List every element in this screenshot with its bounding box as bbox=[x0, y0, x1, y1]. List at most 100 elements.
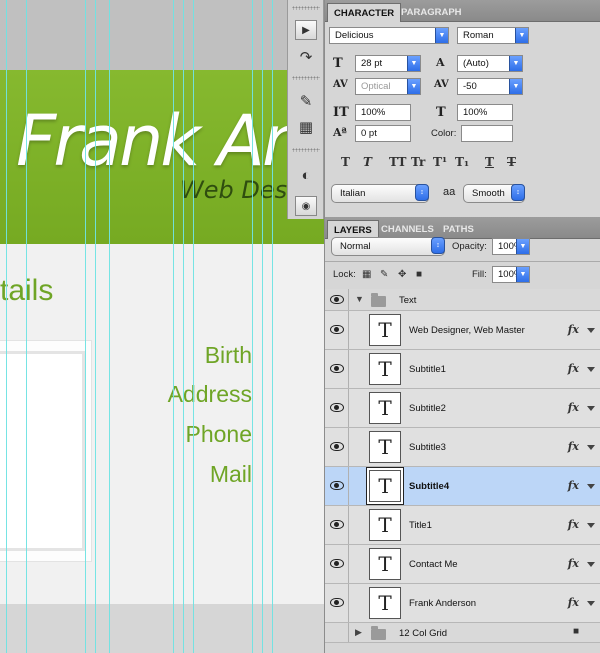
visibility-cell[interactable] bbox=[325, 545, 349, 583]
text-layer-thumbnail-icon[interactable]: T bbox=[369, 587, 401, 619]
vertical-scale-field[interactable]: 100% bbox=[355, 104, 411, 121]
fx-icon[interactable]: fx bbox=[568, 323, 579, 336]
expand-effects-icon[interactable] bbox=[587, 484, 595, 489]
chevron-down-icon[interactable]: ▼ bbox=[407, 79, 420, 94]
lock-pixels-icon[interactable]: ✎ bbox=[380, 269, 388, 280]
visibility-cell[interactable] bbox=[325, 467, 349, 505]
superscript-button[interactable]: T¹ bbox=[433, 155, 447, 169]
underline-button[interactable]: T bbox=[485, 155, 494, 169]
all-caps-button[interactable]: TT bbox=[389, 155, 406, 169]
blend-mode-select[interactable]: Normal ↕ bbox=[331, 237, 445, 256]
expand-effects-icon[interactable] bbox=[587, 562, 595, 567]
guide-line[interactable] bbox=[85, 0, 86, 653]
expand-effects-icon[interactable] bbox=[587, 523, 595, 528]
font-family-select[interactable]: Delicious ▼ bbox=[329, 27, 449, 44]
guide-line[interactable] bbox=[95, 0, 96, 653]
eye-icon[interactable] bbox=[330, 559, 344, 568]
dock-grip[interactable] bbox=[292, 76, 320, 80]
play-action-icon[interactable]: ▶ bbox=[295, 20, 317, 40]
mask-icon[interactable]: ◉ bbox=[295, 196, 317, 216]
faux-italic-button[interactable]: T bbox=[363, 155, 372, 169]
expand-effects-icon[interactable] bbox=[587, 445, 595, 450]
layer-row[interactable]: T Frank Anderson fx bbox=[325, 584, 600, 623]
tab-paragraph[interactable]: PARAGRAPH bbox=[395, 3, 468, 22]
layer-row[interactable]: T Subtitle1 fx bbox=[325, 350, 600, 389]
layer-row[interactable]: T Subtitle4 fx bbox=[325, 467, 600, 506]
eye-icon[interactable] bbox=[330, 598, 344, 607]
expand-effects-icon[interactable] bbox=[587, 601, 595, 606]
fx-icon[interactable]: fx bbox=[568, 518, 579, 531]
text-layer-thumbnail-icon[interactable]: T bbox=[369, 353, 401, 385]
eye-icon[interactable] bbox=[330, 442, 344, 451]
chevron-down-icon[interactable]: ▼ bbox=[435, 28, 448, 43]
lock-all-icon[interactable]: ■ bbox=[416, 269, 422, 280]
text-layer-thumbnail-icon[interactable]: T bbox=[369, 314, 401, 346]
strikethrough-button[interactable]: T bbox=[507, 155, 516, 169]
faux-bold-button[interactable]: T bbox=[341, 155, 350, 169]
font-style-select[interactable]: Roman ▼ bbox=[457, 27, 529, 44]
subscript-button[interactable]: T₁ bbox=[455, 155, 469, 169]
chevron-down-icon[interactable]: ▼ bbox=[515, 28, 528, 43]
text-layer-thumbnail-icon[interactable]: T bbox=[369, 392, 401, 424]
fx-icon[interactable]: fx bbox=[568, 440, 579, 453]
chevron-down-icon[interactable]: ▼ bbox=[509, 56, 522, 71]
visibility-cell[interactable] bbox=[325, 584, 349, 622]
visibility-cell[interactable] bbox=[325, 428, 349, 466]
eye-icon[interactable] bbox=[330, 520, 344, 529]
visibility-cell[interactable] bbox=[325, 311, 349, 349]
fx-icon[interactable]: fx bbox=[568, 479, 579, 492]
lock-position-icon[interactable]: ✥ bbox=[398, 269, 406, 280]
eye-icon[interactable] bbox=[330, 481, 344, 490]
layer-row[interactable]: T Web Designer, Web Master fx bbox=[325, 311, 600, 350]
chevron-down-icon[interactable]: ▼ bbox=[516, 239, 529, 254]
eye-icon[interactable] bbox=[330, 364, 344, 373]
small-caps-button[interactable]: Tr bbox=[411, 155, 425, 169]
eye-icon[interactable] bbox=[330, 295, 344, 304]
adjustment-icon[interactable]: ◐ bbox=[295, 166, 317, 186]
chevron-updown-icon[interactable]: ↕ bbox=[415, 184, 429, 201]
guide-line[interactable] bbox=[183, 0, 184, 653]
text-layer-thumbnail-icon[interactable]: T bbox=[369, 548, 401, 580]
visibility-cell[interactable] bbox=[325, 623, 349, 642]
fx-icon[interactable]: fx bbox=[568, 596, 579, 609]
guide-line[interactable] bbox=[252, 0, 253, 653]
text-layer-thumbnail-icon[interactable]: T bbox=[369, 470, 401, 502]
horizontal-scale-field[interactable]: 100% bbox=[457, 104, 513, 121]
dock-grip[interactable] bbox=[292, 148, 320, 152]
visibility-cell[interactable] bbox=[325, 506, 349, 544]
dock-grip[interactable] bbox=[292, 6, 320, 10]
guide-line[interactable] bbox=[272, 0, 273, 653]
layer-group-text[interactable]: ▼ Text bbox=[325, 289, 600, 311]
eye-icon[interactable] bbox=[330, 403, 344, 412]
layer-row[interactable]: T Subtitle2 fx bbox=[325, 389, 600, 428]
lock-transparency-icon[interactable]: ▦ bbox=[362, 269, 371, 280]
guide-line[interactable] bbox=[193, 0, 194, 653]
guide-line[interactable] bbox=[173, 0, 174, 653]
fill-field[interactable]: 100% ▼ bbox=[492, 266, 530, 283]
fx-icon[interactable]: fx bbox=[568, 401, 579, 414]
leading-field[interactable]: (Auto) ▼ bbox=[457, 55, 523, 72]
expand-effects-icon[interactable] bbox=[587, 328, 595, 333]
text-layer-thumbnail-icon[interactable]: T bbox=[369, 509, 401, 541]
language-select[interactable]: Italian ↕ bbox=[331, 184, 429, 203]
kerning-field[interactable]: Optical ▼ bbox=[355, 78, 421, 95]
text-layer-thumbnail-icon[interactable]: T bbox=[369, 431, 401, 463]
chevron-down-icon[interactable]: ▼ bbox=[407, 56, 420, 71]
brush-preset-icon[interactable]: ✎ bbox=[295, 92, 317, 112]
document-canvas[interactable]: Frank An Web Desig tails Birth Address P… bbox=[0, 0, 326, 653]
chevron-down-icon[interactable]: ▼ bbox=[516, 267, 529, 282]
color-swatch[interactable] bbox=[461, 125, 513, 142]
chevron-updown-icon[interactable]: ↕ bbox=[511, 184, 525, 201]
layer-group-grid[interactable]: ▶ 12 Col Grid ■ bbox=[325, 623, 600, 643]
guide-line[interactable] bbox=[109, 0, 110, 653]
guide-line[interactable] bbox=[262, 0, 263, 653]
guide-line[interactable] bbox=[26, 0, 27, 653]
font-size-field[interactable]: 28 pt ▼ bbox=[355, 55, 421, 72]
opacity-field[interactable]: 100% ▼ bbox=[492, 238, 530, 255]
antialias-select[interactable]: Smooth ↕ bbox=[463, 184, 525, 203]
expand-effects-icon[interactable] bbox=[587, 367, 595, 372]
tab-paths[interactable]: PATHS bbox=[437, 220, 480, 239]
chevron-down-icon[interactable]: ▼ bbox=[509, 79, 522, 94]
layer-row[interactable]: T Contact Me fx bbox=[325, 545, 600, 584]
disclosure-triangle-icon[interactable]: ▶ bbox=[355, 627, 362, 638]
